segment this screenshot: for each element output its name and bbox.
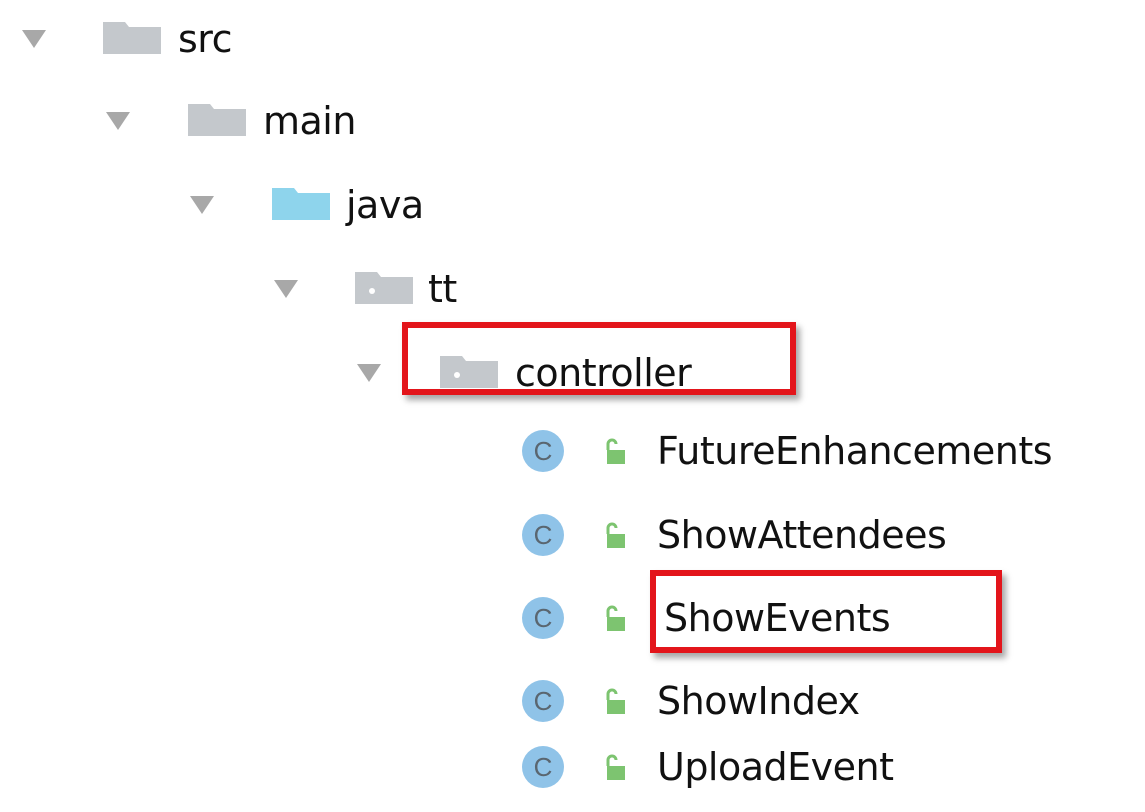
class-icon: C [522,514,564,556]
class-icon: C [522,597,564,639]
tree-node-class[interactable]: C UploadEvent [0,730,1145,812]
tree-node-tt[interactable]: tt [0,250,1145,332]
tree-node-label: src [178,17,232,61]
public-access-icon [603,754,629,782]
highlight-box-showevents [650,570,1002,653]
tree-node-main[interactable]: main [0,82,1145,164]
public-access-icon [603,688,629,716]
tree-node-class[interactable]: C FutureEnhancements [0,416,1145,498]
expand-arrow-icon[interactable] [106,112,130,130]
tree-node-src[interactable]: src [0,0,1145,82]
class-icon: C [522,746,564,788]
tree-node-label: ShowIndex [657,679,860,723]
expand-arrow-icon[interactable] [274,280,298,298]
source-folder-icon [272,188,330,220]
folder-icon [188,104,246,136]
tree-node-label: java [346,183,424,227]
tree-node-label: UploadEvent [657,745,894,789]
tree-node-label: main [263,99,356,143]
tree-node-java[interactable]: java [0,166,1145,248]
tree-node-label: FutureEnhancements [657,429,1053,473]
public-access-icon [603,438,629,466]
tree-node-label: tt [428,267,457,311]
public-access-icon [603,605,629,633]
package-icon [355,272,413,304]
expand-arrow-icon[interactable] [357,364,381,382]
expand-arrow-icon[interactable] [22,30,46,48]
expand-arrow-icon[interactable] [190,196,214,214]
highlight-box-controller [402,322,796,395]
tree-node-label: ShowAttendees [657,513,947,557]
class-icon: C [522,430,564,472]
class-icon: C [522,680,564,722]
folder-icon [103,22,161,54]
public-access-icon [603,522,629,550]
